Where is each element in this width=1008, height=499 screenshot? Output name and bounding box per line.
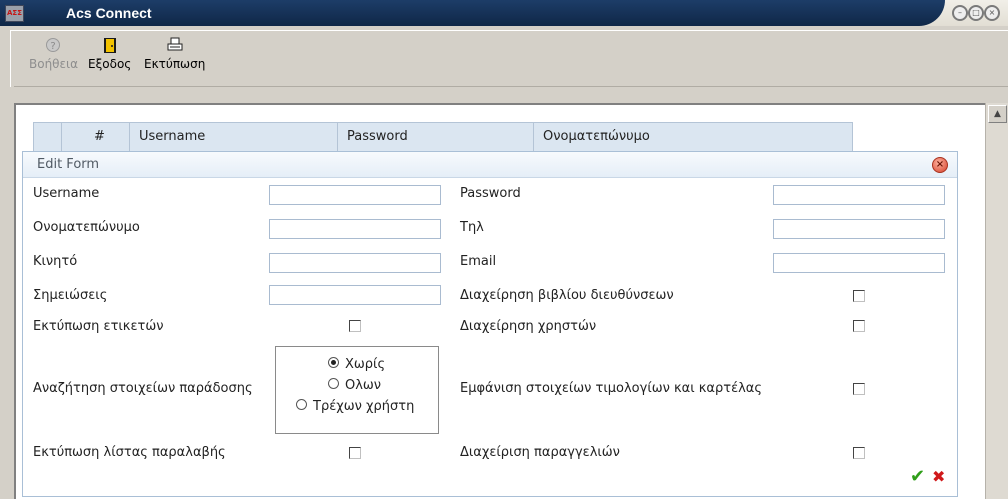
radio-option-current-user[interactable]: Τρέχων χρήστη: [296, 399, 414, 414]
edit-form-dialog: Edit Form × Username Password Ονοματεπών…: [22, 151, 958, 497]
print-label: Εκτύπωση: [144, 57, 206, 71]
close-window-icon[interactable]: ×: [984, 5, 1000, 21]
print-receipt-label: Εκτύπωση λίστας παραλαβής: [33, 445, 226, 460]
title-bar[interactable]: ΑΣΣ Acs Connect – □ ×: [0, 0, 1008, 26]
grid-column-number[interactable]: #: [62, 123, 130, 151]
username-input[interactable]: [269, 185, 441, 205]
grid-column-username[interactable]: Username: [130, 123, 338, 151]
address-book-checkbox[interactable]: [853, 290, 865, 302]
radio-option-none-label: Χωρίς: [345, 357, 386, 372]
grid-column-password[interactable]: Password: [338, 123, 534, 151]
print-receipt-checkbox[interactable]: [349, 447, 361, 459]
edit-form-title: Edit Form: [37, 157, 100, 172]
exit-door-icon: [88, 37, 131, 55]
svg-text:?: ?: [51, 41, 56, 52]
app-icon[interactable]: ΑΣΣ: [5, 5, 24, 22]
help-label: Βοήθεια: [29, 57, 78, 71]
notes-input[interactable]: [269, 285, 441, 305]
exit-button[interactable]: Εξοδος: [88, 37, 131, 71]
users-grid-header: # Username Password Ονοματεπώνυμο: [33, 122, 853, 152]
radio-option-none[interactable]: Χωρίς: [328, 357, 385, 372]
printer-icon: [144, 37, 205, 55]
radio-option-all-label: Ολων: [345, 378, 382, 393]
help-icon: ?: [29, 37, 78, 55]
password-input[interactable]: [773, 185, 945, 205]
orders-label: Διαχείριση παραγγελιών: [460, 445, 620, 460]
radio-unselected-icon: [296, 399, 307, 410]
orders-checkbox[interactable]: [853, 447, 865, 459]
toolbar-separator-strip: [14, 86, 1008, 104]
grid-selector-column[interactable]: [34, 123, 62, 151]
invoices-label: Εμφάνιση στοιχείων τιμολογίων και καρτέλ…: [460, 381, 762, 396]
mobile-input[interactable]: [269, 253, 441, 273]
fullname-label: Ονοματεπώνυμο: [33, 220, 140, 235]
application-window: ΑΣΣ Acs Connect – □ × ? Βοήθεια Εξοδος Ε…: [0, 0, 1008, 499]
window-title: Acs Connect: [66, 5, 152, 21]
scroll-up-arrow-icon[interactable]: ▲: [988, 105, 1007, 123]
radio-option-current-user-label: Τρέχων χρήστη: [313, 399, 415, 414]
help-button[interactable]: ? Βοήθεια: [29, 37, 78, 71]
grid-column-fullname[interactable]: Ονοματεπώνυμο: [534, 123, 852, 151]
manage-users-label: Διαχείρηση χρηστών: [460, 319, 597, 334]
notes-label: Σημειώσεις: [33, 288, 108, 303]
email-label: Email: [460, 254, 497, 269]
vertical-scrollbar[interactable]: ▲: [985, 103, 1008, 499]
print-labels-checkbox[interactable]: [349, 320, 361, 332]
minimize-icon[interactable]: –: [952, 5, 968, 21]
password-label: Password: [460, 186, 521, 201]
phone-label: Τηλ: [460, 220, 484, 235]
radio-option-all[interactable]: Ολων: [328, 378, 381, 393]
delivery-search-radio-group: Χωρίς Ολων Τρέχων χρήστη: [275, 346, 439, 434]
invoices-checkbox[interactable]: [853, 383, 865, 395]
delivery-search-label: Αναζήτηση στοιχείων παράδοσης: [33, 381, 253, 396]
radio-selected-icon: [328, 357, 339, 368]
address-book-label: Διαχείρηση βιβλίου διευθύνσεων: [460, 288, 674, 303]
cancel-cross-icon[interactable]: ✖: [932, 467, 945, 487]
radio-unselected-icon: [328, 378, 339, 389]
close-form-icon[interactable]: ×: [932, 157, 948, 173]
fullname-input[interactable]: [269, 219, 441, 239]
toolbar: ? Βοήθεια Εξοδος Εκτύπωση: [10, 30, 1008, 87]
email-input[interactable]: [773, 253, 945, 273]
exit-label: Εξοδος: [88, 57, 132, 71]
print-button[interactable]: Εκτύπωση: [144, 37, 205, 71]
username-label: Username: [33, 186, 100, 201]
mobile-label: Κινητό: [33, 254, 78, 269]
maximize-icon[interactable]: □: [968, 5, 984, 21]
ok-check-icon[interactable]: ✔: [910, 467, 925, 487]
edit-form-header: Edit Form ×: [23, 152, 957, 178]
manage-users-checkbox[interactable]: [853, 320, 865, 332]
phone-input[interactable]: [773, 219, 945, 239]
print-labels-label: Εκτύπωση ετικετών: [33, 319, 164, 334]
